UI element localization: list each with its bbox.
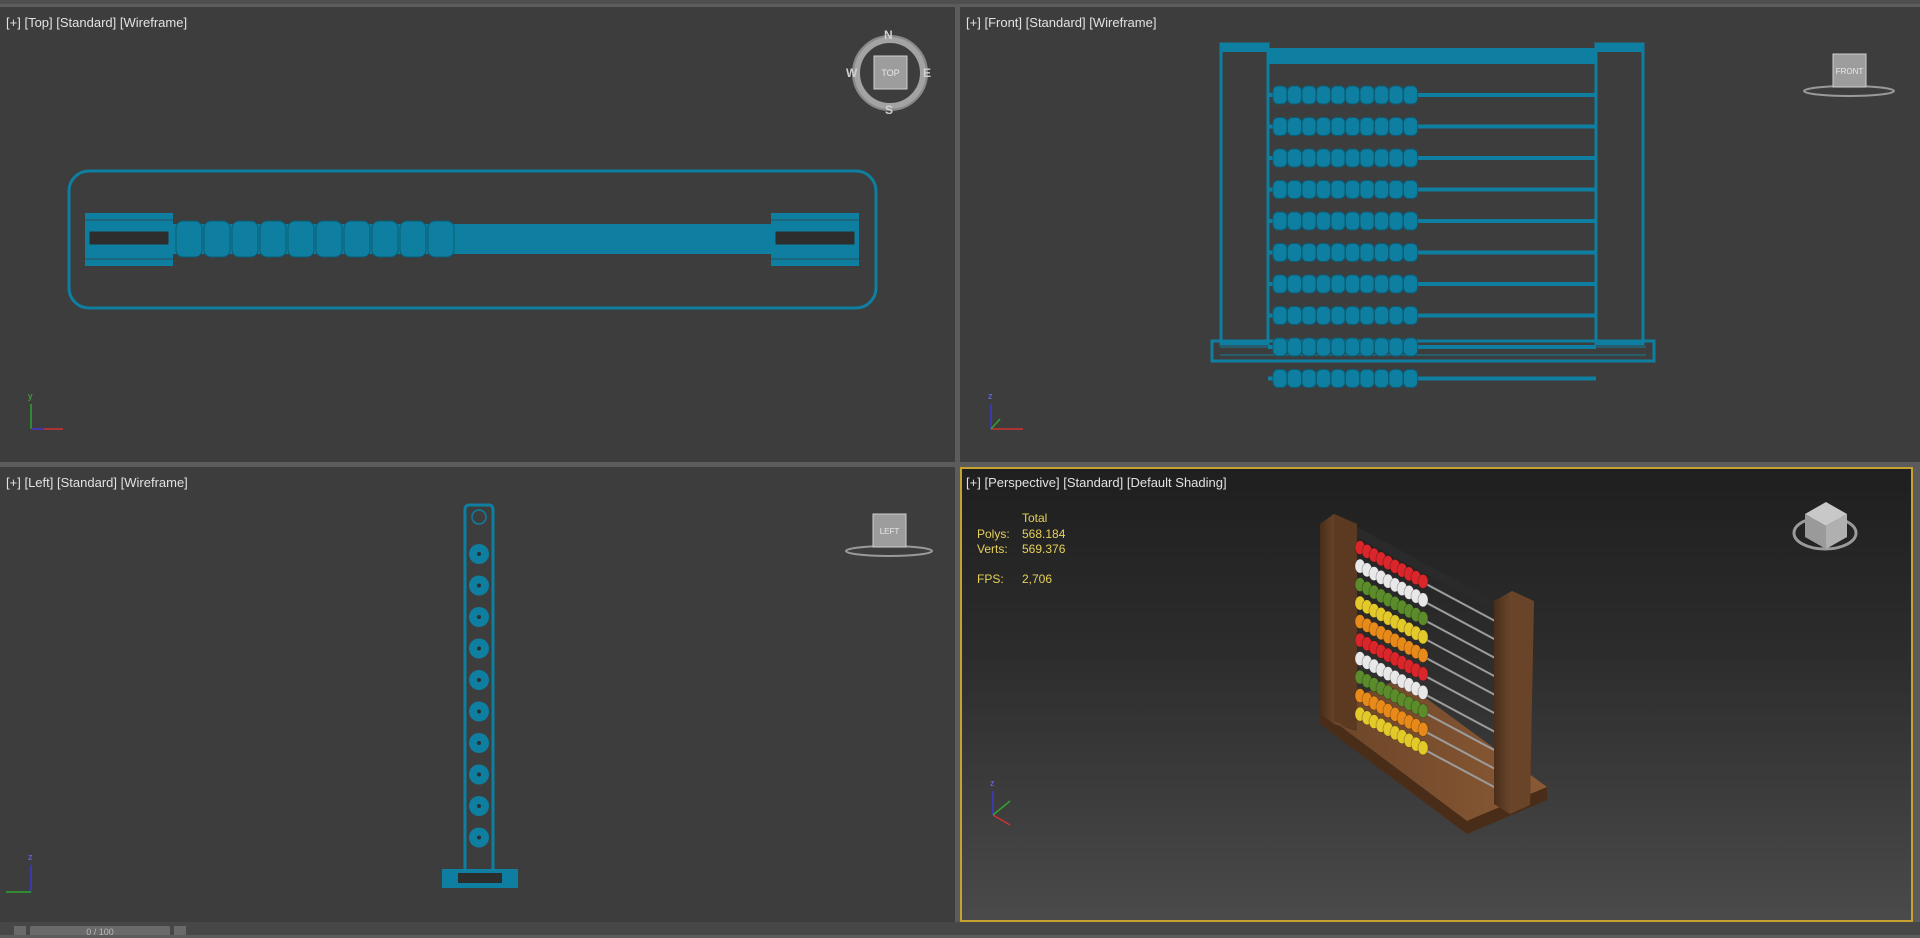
- title-strip: [0, 0, 1920, 4]
- viewport-top[interactable]: [+] [Top] [Standard] [Wireframe] TOP N S…: [0, 7, 955, 462]
- time-slider-next-button[interactable]: [174, 926, 186, 935]
- axis-gizmo-top: [30, 404, 63, 430]
- axis-z-label: z: [990, 778, 995, 788]
- viewport-perspective[interactable]: [+] [Perspective] [Standard] [Default Sh…: [960, 467, 1913, 922]
- axis-gizmo-front: [990, 404, 1023, 430]
- axis-gizmo-left: [6, 865, 32, 893]
- axis-z-label: z: [28, 852, 33, 862]
- axis-gizmo-perspective: [992, 791, 1011, 826]
- viewport-front[interactable]: [+] [Front] [Standard] [Wireframe] FRONT…: [960, 7, 1920, 462]
- time-slider-prev-button[interactable]: [14, 926, 26, 935]
- axis-z-label: z: [988, 391, 993, 401]
- viewport-left[interactable]: [+] [Left] [Standard] [Wireframe] LEFT z: [0, 467, 955, 922]
- axis-y-label: y: [28, 391, 33, 401]
- time-slider-thumb[interactable]: 0 / 100: [30, 926, 170, 937]
- time-slider-bar: [0, 922, 1920, 935]
